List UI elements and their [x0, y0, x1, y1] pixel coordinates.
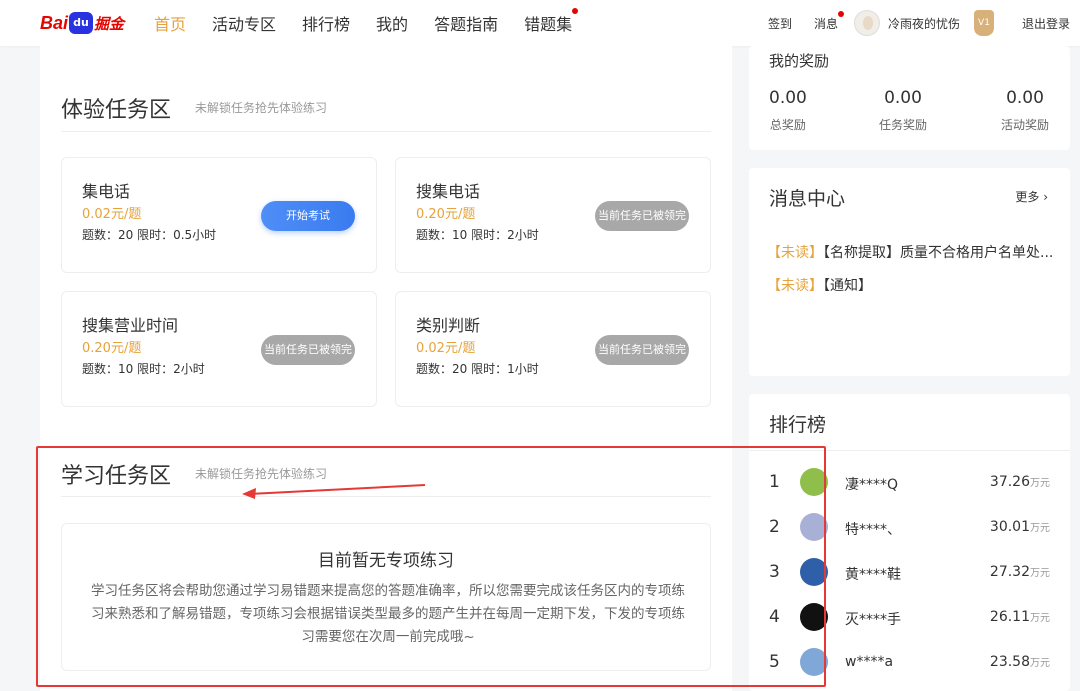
reward-value: 0.00 [1006, 88, 1044, 108]
checkin-link[interactable]: 签到 [768, 15, 792, 32]
task-card: 集电话 0.02元/题 题数：20 限时：0.5小时 开始考试 [61, 157, 377, 273]
rank-score: 26.11万元 [990, 609, 1050, 625]
task-name: 类别判断 [416, 316, 481, 335]
logo-paw-icon: du [69, 12, 94, 34]
reward-value: 0.00 [884, 88, 922, 108]
message-text: 【名称提取】质量不合格用户名单处... [823, 245, 1054, 261]
unread-tag: 【未读】 [767, 278, 823, 294]
task-name: 集电话 [82, 182, 131, 201]
chevron-right-icon: › [1043, 190, 1048, 204]
task-price: 0.20元/题 [416, 207, 476, 222]
task-price: 0.02元/题 [416, 341, 476, 356]
rank-score: 23.58万元 [990, 654, 1050, 670]
message-center-title: 消息中心 [769, 188, 846, 210]
nav-home[interactable]: 首页 [154, 11, 186, 35]
task-card: 类别判断 0.02元/题 题数：20 限时：1小时 当前任务已被领完 [395, 291, 711, 407]
message-item[interactable]: 【未读】【通知】 [767, 275, 1057, 295]
message-center-panel: 消息中心 更多 › 【未读】【名称提取】质量不合格用户名单处... 【未读】【通… [749, 168, 1070, 376]
reward-label: 总奖励 [769, 118, 806, 132]
nav-mistakes-label: 错题集 [524, 15, 573, 34]
start-exam-button[interactable]: 开始考试 [261, 201, 355, 231]
rewards-title: 我的奖励 [769, 52, 830, 70]
score-value: 30.01 [989, 519, 1030, 535]
task-price: 0.02元/题 [82, 207, 142, 222]
baidu-logo[interactable]: Bai du 掘金 [40, 10, 124, 36]
highlight-annotation-box [36, 446, 826, 687]
task-meta: 题数：20 限时：1小时 [416, 362, 539, 376]
top-navbar: Bai du 掘金 首页 活动专区 排行榜 我的 答题指南 错题集 签到 消息 冷雨… [0, 0, 1080, 46]
task-meta: 题数：10 限时：2小时 [416, 228, 539, 242]
rank-username: 灭****手 [845, 612, 901, 628]
score-unit: 万元 [1030, 658, 1050, 669]
message-text: 【通知】 [823, 278, 872, 294]
user-profile[interactable]: 冷雨夜的忧伤 [853, 10, 960, 36]
reward-label: 任务奖励 [879, 118, 928, 132]
score-unit: 万元 [1030, 523, 1050, 534]
main-nav: 首页 活动专区 排行榜 我的 答题指南 错题集 [154, 0, 598, 46]
reward-value: 0.00 [769, 88, 807, 108]
task-name: 搜集电话 [416, 182, 481, 201]
more-link[interactable]: 更多 › [1015, 188, 1048, 205]
rank-username: 特****、 [845, 522, 901, 538]
reward-task: 0.00 任务奖励 [879, 88, 927, 133]
score-value: 37.26 [989, 474, 1030, 490]
score-value: 27.32 [989, 564, 1030, 580]
rank-username: 黄****鞋 [845, 567, 901, 583]
vip-badge-icon[interactable]: V1 [973, 10, 994, 36]
task-meta: 题数：10 限时：2小时 [82, 362, 205, 376]
message-item[interactable]: 【未读】【名称提取】质量不合格用户名单处... [767, 242, 1057, 262]
user-avatar [853, 10, 880, 36]
divider [61, 131, 711, 132]
reward-total: 0.00 总奖励 [769, 88, 807, 133]
experience-subtitle: 未解锁任务抢先体验练习 [195, 101, 328, 115]
score-unit: 万元 [1030, 568, 1050, 579]
task-claimed-button[interactable]: 当前任务已被领完 [595, 201, 689, 231]
task-name: 搜集营业时间 [82, 316, 179, 335]
notification-dot [572, 8, 579, 14]
rewards-panel: 我的奖励 0.00 总奖励 0.00 任务奖励 0.00 活动奖励 [749, 46, 1070, 150]
experience-title: 体验任务区 [61, 98, 172, 123]
ranking-title: 排行榜 [769, 414, 827, 436]
more-label: 更多 [1015, 190, 1040, 204]
task-price: 0.20元/题 [82, 341, 142, 356]
vip-level: V1 [973, 10, 994, 36]
nav-activities[interactable]: 活动专区 [212, 11, 276, 35]
reward-activity: 0.00 活动奖励 [1001, 88, 1049, 133]
messages-label: 消息 [813, 16, 838, 31]
score-value: 23.58 [989, 654, 1030, 670]
score-unit: 万元 [1030, 478, 1050, 489]
nav-guide[interactable]: 答题指南 [434, 11, 498, 35]
rank-username: w****a [845, 654, 894, 670]
annotation-arrow-icon [242, 484, 426, 499]
logo-text-juejin: 掘金 [94, 14, 125, 33]
rank-score: 27.32万元 [990, 564, 1050, 580]
rank-score: 30.01万元 [990, 519, 1050, 535]
nav-mistakes[interactable]: 错题集 [524, 8, 579, 35]
task-card: 搜集电话 0.20元/题 题数：10 限时：2小时 当前任务已被领完 [395, 157, 711, 273]
messages-link[interactable]: 消息 [813, 10, 844, 32]
nav-mine[interactable]: 我的 [376, 11, 408, 35]
reward-label: 活动奖励 [1001, 118, 1050, 132]
username: 冷雨夜的忧伤 [887, 16, 960, 31]
user-area: 签到 消息 冷雨夜的忧伤 V1 退出登录 [746, 0, 1070, 46]
task-meta: 题数：20 限时：0.5小时 [82, 228, 217, 242]
score-value: 26.11 [989, 609, 1030, 625]
task-claimed-button[interactable]: 当前任务已被领完 [261, 335, 355, 365]
rank-score: 37.26万元 [990, 474, 1050, 490]
messages-dot [837, 10, 844, 17]
task-claimed-button[interactable]: 当前任务已被领完 [595, 335, 689, 365]
score-unit: 万元 [1030, 613, 1050, 624]
logo-text-bai: Bai [40, 12, 69, 33]
nav-ranking[interactable]: 排行榜 [302, 11, 350, 35]
unread-tag: 【未读】 [767, 245, 823, 261]
task-card: 搜集营业时间 0.20元/题 题数：10 限时：2小时 当前任务已被领完 [61, 291, 377, 407]
logout-link[interactable]: 退出登录 [1022, 15, 1070, 32]
rank-username: 凄****Q [845, 477, 899, 493]
